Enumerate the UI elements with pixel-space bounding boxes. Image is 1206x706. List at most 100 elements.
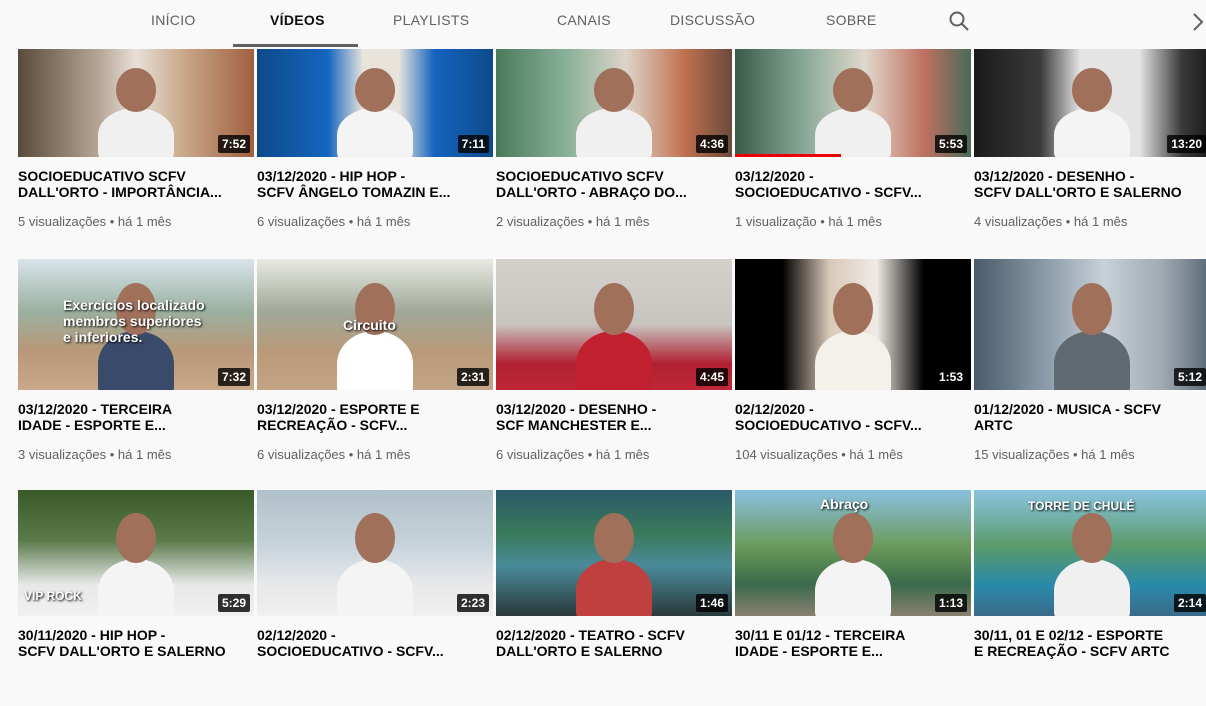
video-thumbnail[interactable]: VIP ROCK 5:29 (18, 490, 254, 616)
thumbnail-caption: VIP ROCK (24, 588, 82, 604)
video-thumbnail[interactable]: 7:11 (257, 49, 493, 157)
chevron-right-icon (1193, 13, 1204, 31)
video-title[interactable]: 30/11 e 01/12 - TERCEIRA IDADE - ESPORTE … (735, 627, 969, 659)
video-title-line: IDADE - ESPORTE E... (735, 643, 883, 659)
thumbnail-figure (576, 559, 652, 616)
tab-discussao[interactable]: DISCUSSÃO (670, 12, 755, 28)
video-meta: 5 visualizações • há 1 mês (18, 214, 172, 229)
video-title-line: SCFV DALL'ORTO E SALERNO (974, 184, 1182, 200)
video-card[interactable]: 5:12 01/12/2020 - MUSICA - SCFV ARTC 15 vis… (974, 259, 1206, 480)
video-title[interactable]: 01/12/2020 - MUSICA - SCFV ARTC (974, 401, 1206, 433)
video-title-line: SOCIOEDUCATIVO - SCFV... (257, 643, 444, 659)
thumbnail-caption: TORRE DE CHULÉ (1028, 498, 1134, 514)
search-button[interactable] (946, 8, 972, 34)
thumbnail-caption-line: membros superiores (63, 313, 202, 329)
watch-progress-bar (735, 154, 842, 157)
video-thumbnail[interactable]: 5:12 (974, 259, 1206, 390)
video-card[interactable]: Abraço 1:13 30/11 e 01/12 - TERCEIRA IDADE … (735, 490, 971, 706)
video-meta: 4 visualizações • há 1 mês (974, 214, 1128, 229)
video-thumbnail[interactable]: TORRE DE CHULÉ 2:14 (974, 490, 1206, 616)
video-title[interactable]: 03/12/2020 - DESENHO - SCF MANCHESTER E..… (496, 401, 730, 433)
video-title-line: 03/12/2020 - TERCEIRA (18, 401, 173, 417)
thumbnail-figure (1054, 331, 1130, 390)
duration-badge: 5:53 (934, 135, 967, 153)
video-title[interactable]: 02/12/2020 - SOCIOEDUCATIVO - SCFV... (257, 627, 491, 659)
video-thumbnail[interactable]: 5:53 (735, 49, 971, 157)
video-card[interactable]: 4:45 03/12/2020 - DESENHO - SCF MANCHESTER… (496, 259, 732, 480)
video-card[interactable]: VIP ROCK 5:29 30/11/2020 - HIP HOP - SCFV D… (18, 490, 254, 706)
video-title-line: 01/12/2020 - MUSICA - SCFV (974, 401, 1161, 417)
video-meta: 15 visualizações • há 1 mês (974, 447, 1135, 462)
video-title[interactable]: 03/12/2020 - TERCEIRA IDADE - ESPORTE E..… (18, 401, 252, 433)
duration-badge: 1:46 (695, 594, 728, 612)
thumbnail-face (355, 68, 395, 112)
thumbnail-caption: Exercícios localizado membros superiores e… (63, 297, 205, 345)
video-meta: 6 visualizações • há 1 mês (257, 447, 411, 462)
video-title-line: SOCIOEDUCATIVO - SCFV... (735, 417, 922, 433)
video-title[interactable]: 30/11, 01 e 02/12 - ESPORTE E RECREAÇÃO -… (974, 627, 1206, 659)
video-title[interactable]: 03/12/2020 - HIP HOP - SCFV ÂNGELO TOMAZI… (257, 168, 491, 200)
video-thumbnail[interactable]: Exercícios localizado membros superiores e… (18, 259, 254, 390)
video-title-line: SCFV DALL'ORTO E SALERNO (18, 643, 226, 659)
video-thumbnail[interactable]: 13:20 (974, 49, 1206, 157)
thumbnail-face (833, 282, 873, 335)
tab-canais[interactable]: CANAIS (557, 12, 611, 28)
thumbnail-figure (337, 331, 413, 390)
video-thumbnail[interactable]: 4:36 (496, 49, 732, 157)
video-title[interactable]: 03/12/2020 - ESPORTE E RECREAÇÃO - SCFV..… (257, 401, 491, 433)
video-thumbnail[interactable]: 7:52 (18, 49, 254, 157)
video-card[interactable]: Exercícios localizado membros superiores e… (18, 259, 254, 480)
tab-videos[interactable]: VÍDEOS (270, 12, 325, 28)
channel-tab-bar: INÍCIO VÍDEOS PLAYLISTS CANAIS DISCUSSÃO… (0, 0, 1206, 47)
tab-sobre[interactable]: SOBRE (826, 12, 877, 28)
video-card[interactable]: 13:20 03/12/2020 - DESENHO - SCFV DALL'ORT… (974, 49, 1206, 247)
video-card[interactable]: Circuito 2:31 03/12/2020 - ESPORTE E RECREA… (257, 259, 493, 480)
video-card[interactable]: 5:53 03/12/2020 - SOCIOEDUCATIVO - SCFV...… (735, 49, 971, 247)
scroll-tabs-button[interactable] (1190, 10, 1206, 34)
video-title[interactable]: 02/12/2020 - SOCIOEDUCATIVO - SCFV... (735, 401, 969, 433)
video-meta: 1 visualização • há 1 mês (735, 214, 882, 229)
duration-badge: 4:45 (695, 368, 728, 386)
thumbnail-face (594, 68, 634, 112)
thumbnail-caption-line: TORRE DE CHULÉ (1028, 499, 1135, 513)
video-thumbnail[interactable]: 4:45 (496, 259, 732, 390)
video-title[interactable]: 03/12/2020 - SOCIOEDUCATIVO - SCFV... (735, 168, 969, 200)
video-card[interactable]: 4:36 SOCIOEDUCATIVO SCFV DALL'ORTO - ABRAÇ… (496, 49, 732, 247)
tab-inicio[interactable]: INÍCIO (151, 12, 196, 28)
thumbnail-face (355, 512, 395, 564)
video-card[interactable]: 7:11 03/12/2020 - HIP HOP - SCFV ÂNGELO TO… (257, 49, 493, 247)
search-icon (949, 11, 969, 31)
video-title[interactable]: SOCIOEDUCATIVO SCFV DALL'ORTO - IMPORTÂNC… (18, 168, 252, 200)
video-card[interactable]: 1:53 02/12/2020 - SOCIOEDUCATIVO - SCFV...… (735, 259, 971, 480)
video-thumbnail[interactable]: Abraço 1:13 (735, 490, 971, 616)
video-title[interactable]: 30/11/2020 - HIP HOP - SCFV DALL'ORTO E S… (18, 627, 252, 659)
thumbnail-caption-line: e inferiores. (63, 329, 143, 345)
video-card[interactable]: 2:23 02/12/2020 - SOCIOEDUCATIVO - SCFV... (257, 490, 493, 706)
video-thumbnail[interactable]: 1:46 (496, 490, 732, 616)
video-thumbnail[interactable]: Circuito 2:31 (257, 259, 493, 390)
video-title-line: SCF MANCHESTER E... (496, 417, 652, 433)
duration-badge: 7:52 (217, 135, 250, 153)
video-title[interactable]: 03/12/2020 - DESENHO - SCFV DALL'ORTO E S… (974, 168, 1206, 200)
tab-playlists[interactable]: PLAYLISTS (393, 12, 469, 28)
active-tab-indicator (233, 44, 358, 47)
video-card[interactable]: TORRE DE CHULÉ 2:14 30/11, 01 e 02/12 - ES… (974, 490, 1206, 706)
video-card[interactable]: 1:46 02/12/2020 - TEATRO - SCFV DALL'ORTO … (496, 490, 732, 706)
duration-badge: 1:13 (934, 594, 967, 612)
video-title-line: SOCIOEDUCATIVO - SCFV... (735, 184, 922, 200)
video-title-line: 30/11/2020 - HIP HOP - (18, 627, 166, 643)
thumbnail-figure (1054, 108, 1130, 157)
thumbnail-face (833, 512, 873, 564)
video-title-line: 03/12/2020 - HIP HOP - (257, 168, 406, 184)
thumbnail-figure (815, 331, 891, 390)
video-thumbnail[interactable]: 2:23 (257, 490, 493, 616)
video-title[interactable]: SOCIOEDUCATIVO SCFV DALL'ORTO - ABRAÇO DO… (496, 168, 730, 200)
video-title-line: 30/11, 01 e 02/12 - ESPORTE (974, 627, 1164, 643)
thumbnail-face (1072, 282, 1112, 335)
video-thumbnail[interactable]: 1:53 (735, 259, 971, 390)
thumbnail-face (1072, 512, 1112, 564)
video-card[interactable]: 7:52 SOCIOEDUCATIVO SCFV DALL'ORTO - IMPOR… (18, 49, 254, 247)
video-title[interactable]: 02/12/2020 - TEATRO - SCFV DALL'ORTO E SA… (496, 627, 730, 659)
thumbnail-figure (337, 559, 413, 616)
duration-badge: 5:29 (217, 594, 250, 612)
